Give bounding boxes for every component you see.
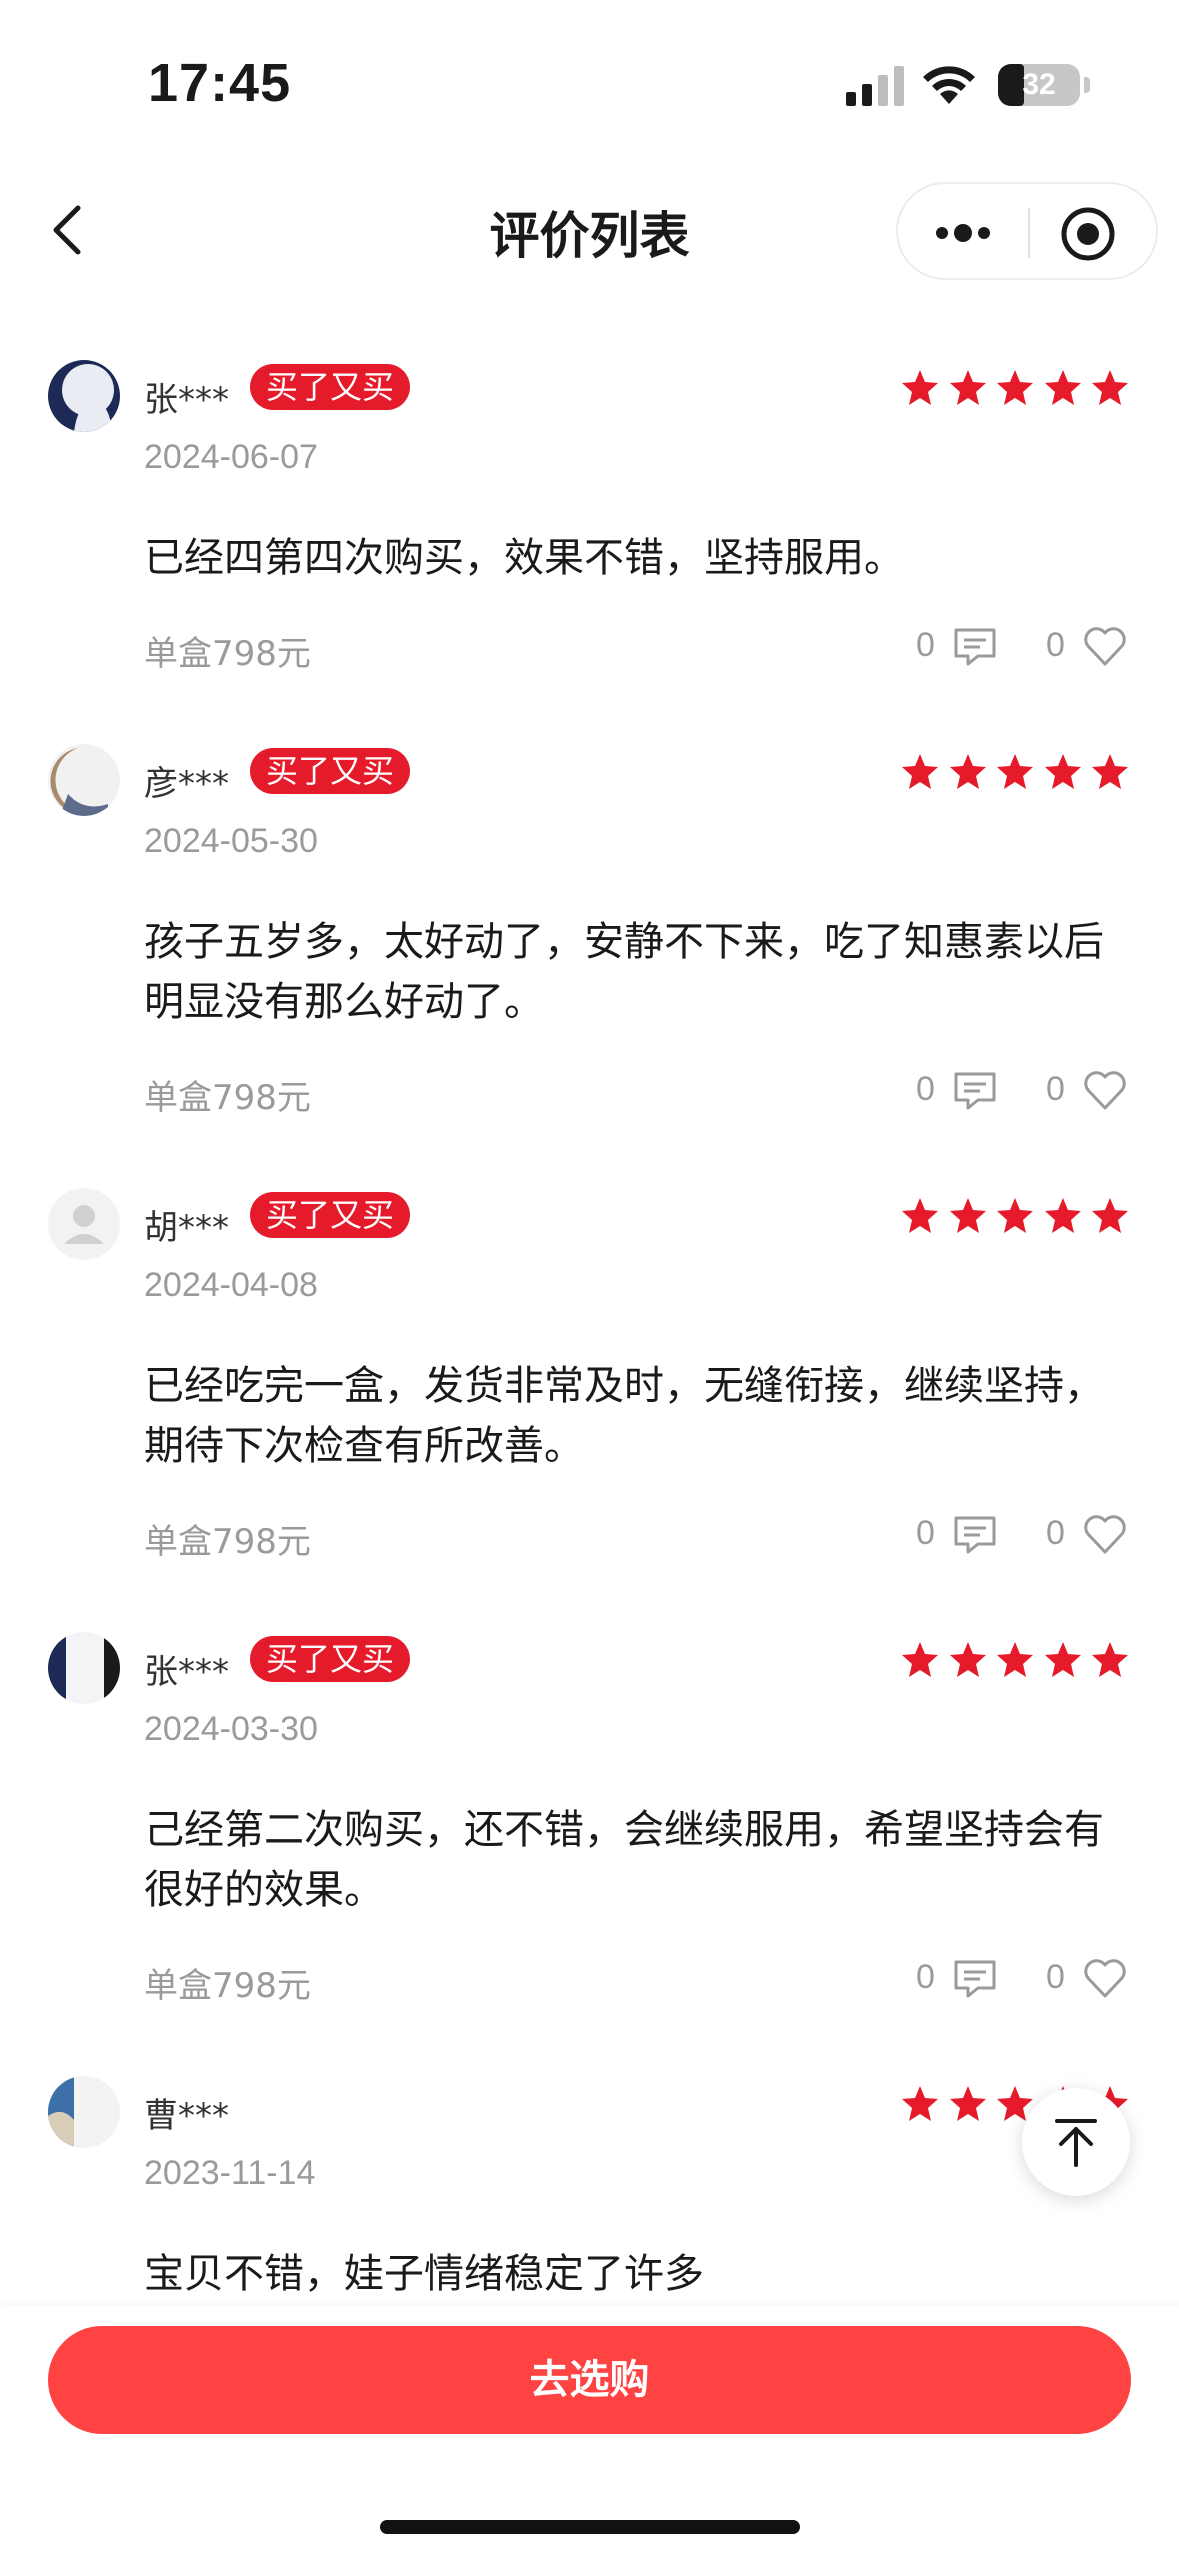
review-date: 2024-04-08	[144, 1266, 318, 1304]
comment-count: 0	[916, 1514, 935, 1552]
close-mini-program-icon[interactable]	[1058, 204, 1118, 264]
bottom-action-bar: 去选购	[0, 2306, 1179, 2556]
star-icon	[997, 754, 1033, 789]
heart-icon[interactable]	[1082, 1956, 1128, 2002]
product-spec: 单盒798元	[144, 1522, 311, 1562]
review-text: 已经四第四次购买，效果不错，坚持服用。	[144, 535, 904, 581]
comment-icon[interactable]	[952, 1068, 998, 1114]
user-avatar	[48, 360, 120, 432]
capsule-divider	[1028, 208, 1030, 258]
review-date: 2024-03-30	[144, 1710, 318, 1748]
review-item: 胡*** 买了又买 2024-04-08 已经吃完一盒，发货非常及时，无缝衔接，…	[0, 1188, 1179, 1588]
comment-icon[interactable]	[952, 1512, 998, 1558]
star-icon	[902, 1198, 938, 1233]
star-icon	[1092, 1642, 1128, 1677]
star-icon	[997, 1642, 1033, 1677]
heart-icon[interactable]	[1082, 624, 1128, 670]
review-date: 2024-05-30	[144, 822, 318, 860]
more-options-icon[interactable]	[928, 208, 998, 258]
review-item: 张*** 买了又买 2024-03-30 己经第二次购买，还不错，会继续服用，希…	[0, 1632, 1179, 2032]
rating-stars	[900, 1640, 1130, 1680]
user-name: 曹***	[144, 2096, 229, 2136]
star-icon	[1044, 754, 1081, 789]
status-bar: 17:45 32	[0, 0, 1179, 170]
star-icon	[949, 1642, 986, 1677]
star-icon	[997, 370, 1033, 405]
user-avatar	[48, 1632, 120, 1704]
star-icon	[1092, 1198, 1128, 1233]
user-name: 张***	[144, 1652, 229, 1692]
star-icon	[1044, 370, 1081, 405]
home-indicator	[380, 2520, 800, 2534]
like-count: 0	[1046, 1958, 1065, 1996]
star-icon	[949, 1198, 986, 1233]
rating-stars	[900, 1196, 1130, 1236]
review-item: 彦*** 买了又买 2024-05-30 孩子五岁多，太好动了，安静不下来，吃了…	[0, 744, 1179, 1144]
wifi-icon	[923, 66, 975, 104]
comment-icon[interactable]	[952, 624, 998, 670]
mini-program-capsule	[896, 182, 1158, 280]
back-to-top-button[interactable]	[1022, 2088, 1130, 2196]
review-date: 2024-06-07	[144, 438, 318, 476]
product-spec: 单盒798元	[144, 1966, 311, 2006]
star-icon	[902, 1642, 938, 1677]
user-name: 胡***	[144, 1208, 229, 1248]
star-icon	[1092, 754, 1128, 789]
star-icon	[1044, 1198, 1081, 1233]
product-spec: 单盒798元	[144, 634, 311, 674]
star-icon	[949, 370, 986, 405]
product-spec: 单盒798元	[144, 1078, 311, 1118]
review-item: 张*** 买了又买 2024-06-07 已经四第四次购买，效果不错，坚持服用。…	[0, 360, 1179, 700]
star-icon	[902, 2086, 938, 2121]
user-name: 张***	[144, 380, 229, 420]
user-avatar	[48, 1188, 120, 1260]
star-icon	[997, 1198, 1033, 1233]
star-icon	[902, 754, 938, 789]
repurchase-badge: 买了又买	[250, 1192, 411, 1238]
like-count: 0	[1046, 1514, 1065, 1552]
battery-percentage: 32	[1022, 68, 1056, 101]
heart-icon[interactable]	[1082, 1512, 1128, 1558]
user-avatar	[48, 744, 120, 816]
like-count: 0	[1046, 626, 1065, 664]
user-name: 彦***	[144, 764, 229, 804]
comment-count: 0	[916, 1070, 935, 1108]
comment-icon[interactable]	[952, 1956, 998, 2002]
star-icon	[1092, 370, 1128, 405]
star-icon	[902, 370, 938, 405]
review-date: 2023-11-14	[144, 2154, 316, 2192]
heart-icon[interactable]	[1082, 1068, 1128, 1114]
star-icon	[949, 754, 986, 789]
rating-stars	[900, 368, 1130, 408]
star-icon	[1044, 1642, 1081, 1677]
review-text: 宝贝不错，娃子情绪稳定了许多	[144, 2251, 704, 2297]
review-item: 曹*** 2023-11-14 宝贝不错，娃子情绪稳定了许多	[0, 2076, 1179, 2306]
star-icon	[949, 2086, 986, 2121]
nav-bar: 评价列表	[0, 170, 1179, 290]
review-text: 己经第二次购买，还不错，会继续服用，希望坚持会有很好的效果。	[144, 1807, 1104, 1913]
repurchase-badge: 买了又买	[250, 364, 411, 410]
repurchase-badge: 买了又买	[250, 748, 411, 794]
go-shopping-button[interactable]: 去选购	[48, 2326, 1131, 2434]
rating-stars	[900, 752, 1130, 792]
comment-count: 0	[916, 1958, 935, 1996]
user-avatar	[48, 2076, 120, 2148]
battery-nub	[1084, 77, 1090, 93]
like-count: 0	[1046, 1070, 1065, 1108]
cellular-signal-icon	[846, 66, 904, 106]
review-text: 孩子五岁多，太好动了，安静不下来，吃了知惠素以后明显没有那么好动了。	[144, 919, 1104, 1025]
battery-icon: 32	[998, 64, 1080, 106]
arrow-up-icon	[1055, 2119, 1097, 2167]
repurchase-badge: 买了又买	[250, 1636, 411, 1682]
review-text: 已经吃完一盒，发货非常及时，无缝衔接，继续坚持，期待下次检查有所改善。	[144, 1363, 1104, 1469]
comment-count: 0	[916, 626, 935, 664]
status-time: 17:45	[148, 53, 292, 113]
